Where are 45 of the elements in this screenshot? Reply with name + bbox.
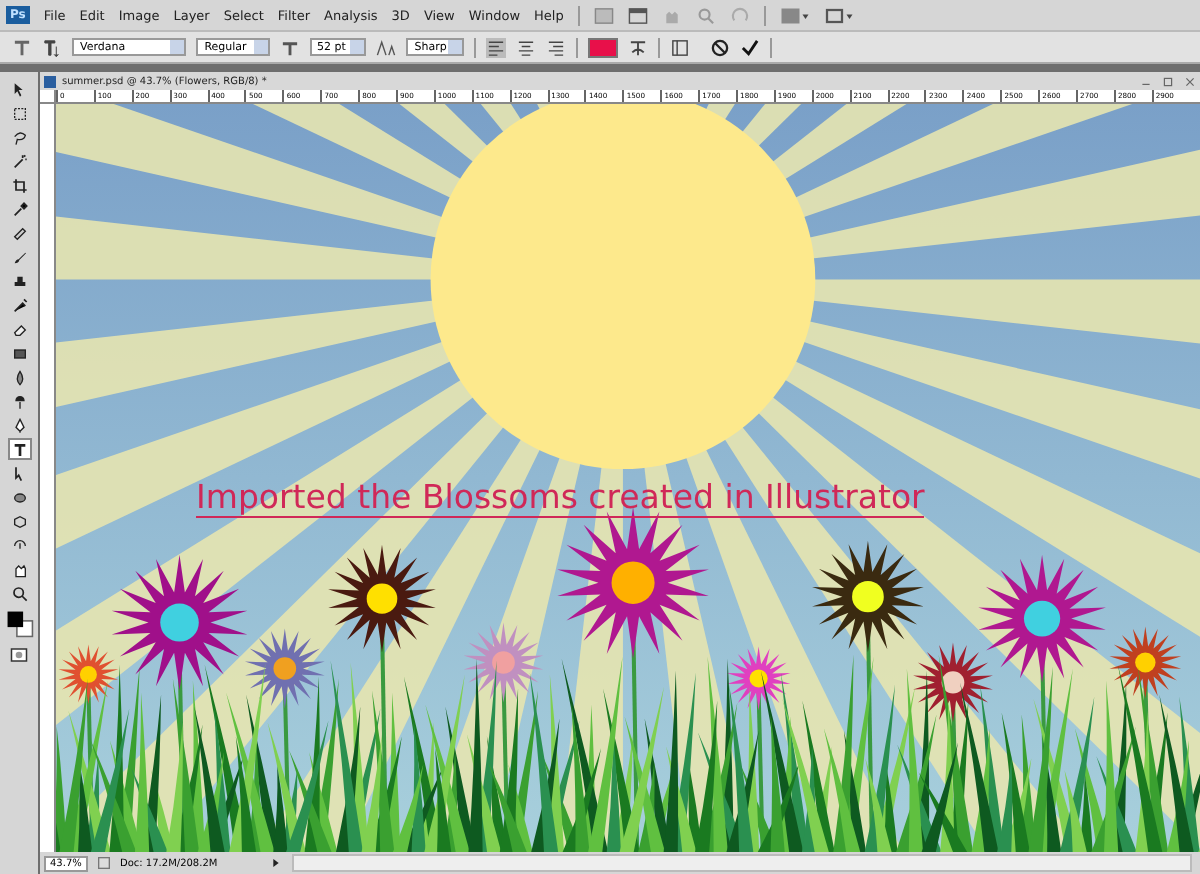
- orbit-icon: [11, 537, 27, 553]
- font-size-icon: [279, 37, 300, 57]
- drop-icon: [11, 369, 27, 385]
- page-icon[interactable]: [96, 856, 112, 870]
- close-icon[interactable]: [1184, 75, 1196, 87]
- path-select-icon: [11, 465, 27, 481]
- eyedropper-icon: [11, 201, 27, 217]
- tool-button[interactable]: [7, 174, 31, 196]
- tool-button[interactable]: [7, 438, 31, 460]
- pen-icon: [11, 417, 27, 433]
- type-tool-icon[interactable]: [12, 37, 32, 57]
- gradient-icon: [11, 345, 27, 361]
- cancel-icon[interactable]: [710, 37, 731, 57]
- type-icon: [11, 441, 27, 457]
- cube-icon: [11, 513, 27, 529]
- quick-mask-icon[interactable]: [10, 646, 28, 664]
- ellipse-icon: [11, 489, 27, 505]
- wand-icon: [11, 153, 27, 169]
- brush-icon: [11, 249, 27, 265]
- horizontal-scrollbar[interactable]: [292, 854, 1192, 872]
- stamp-icon: [11, 273, 27, 289]
- maximize-icon[interactable]: [1162, 75, 1174, 87]
- dodge-icon: [11, 393, 27, 409]
- anti-alias-icon: [376, 37, 397, 57]
- text-color-swatch[interactable]: [587, 37, 619, 57]
- text-orientation-icon[interactable]: [42, 37, 62, 57]
- align-center-icon[interactable]: [515, 37, 536, 57]
- warp-text-icon[interactable]: [628, 37, 649, 57]
- panels-icon[interactable]: [670, 37, 691, 57]
- play-icon[interactable]: [268, 856, 284, 870]
- foreground-background-colors-icon[interactable]: [5, 610, 33, 638]
- eraser-icon: [11, 321, 27, 337]
- arrow-icon: [11, 81, 27, 97]
- align-right-icon[interactable]: [545, 37, 566, 57]
- zoom-icon: [11, 585, 27, 601]
- commit-icon[interactable]: [740, 37, 761, 57]
- document-icon: [44, 75, 56, 87]
- screen-icon[interactable]: [823, 5, 854, 25]
- history-brush-icon: [11, 297, 27, 313]
- crop-icon: [11, 177, 27, 193]
- align-left-icon[interactable]: [485, 37, 506, 57]
- lasso-icon: [11, 129, 27, 145]
- marquee-icon: [11, 105, 27, 121]
- tool-button[interactable]: [7, 582, 31, 604]
- screen-mode-icon[interactable]: [627, 5, 648, 25]
